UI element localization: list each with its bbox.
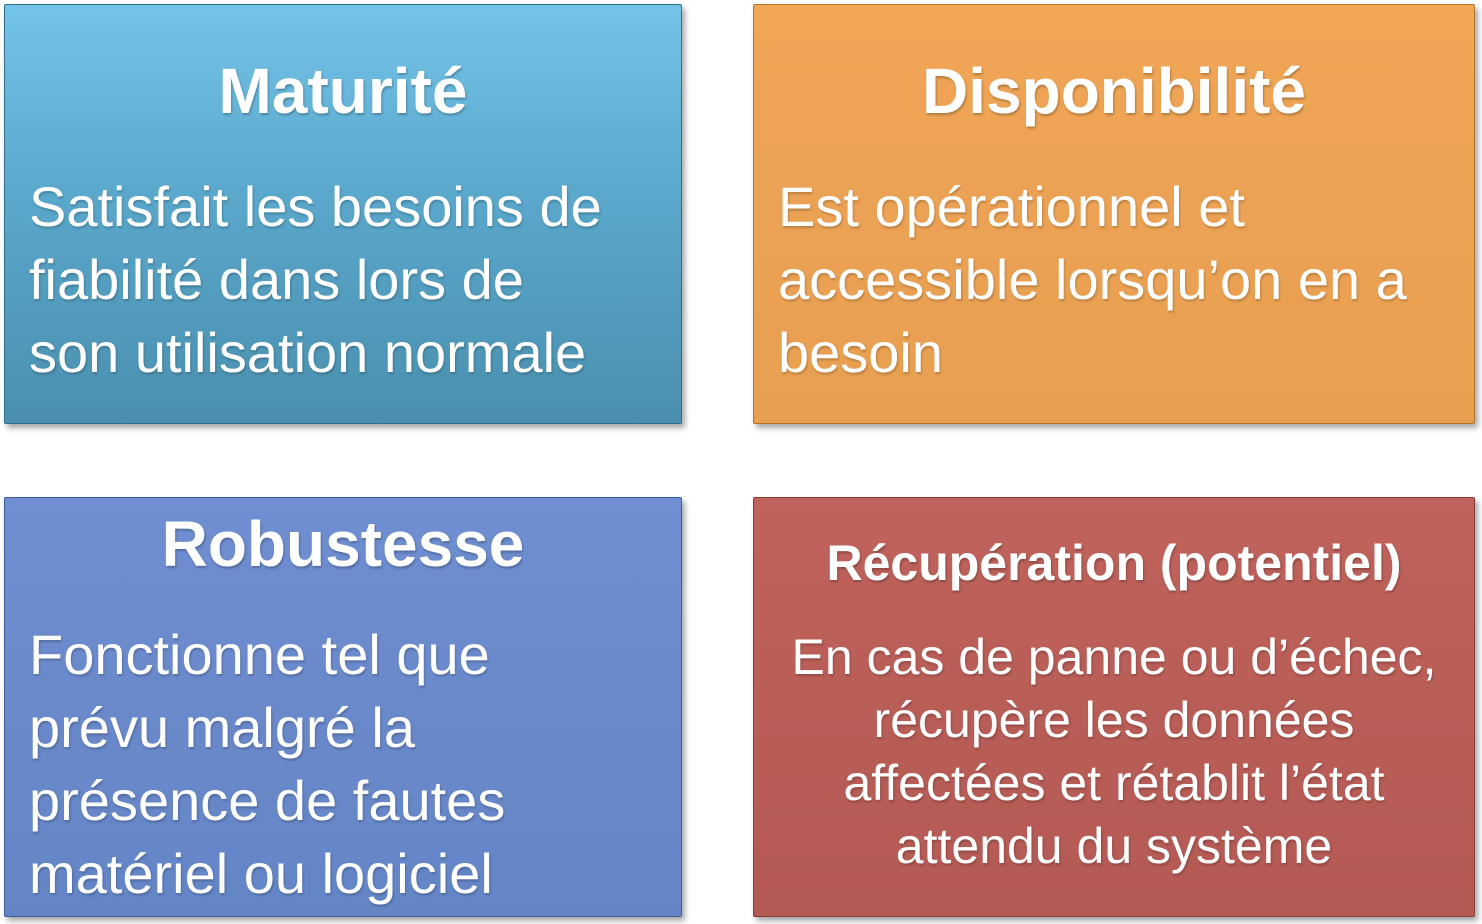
card-body-line: En cas de panne ou d’échec, (791, 629, 1437, 685)
card-body-line: fiabilité dans lors de (29, 248, 524, 311)
card-body-maturite: Satisfait les besoins de fiabilité dans … (29, 170, 671, 389)
card-body-disponibilite: Est opérationnel et accessible lorsqu’on… (778, 170, 1464, 389)
card-body-line: Fonctionne tel que (29, 623, 490, 686)
card-recuperation: Récupération (potentiel) En cas de panne… (753, 497, 1475, 917)
card-title-disponibilite: Disponibilité (922, 55, 1306, 127)
card-body-recuperation: En cas de panne ou d’échec, récupère les… (764, 626, 1464, 878)
card-disponibilite: Disponibilité Est opérationnel et access… (753, 4, 1475, 424)
card-body-line: Satisfait les besoins de (29, 175, 602, 238)
card-body-line: besoin (778, 321, 944, 384)
card-body-robustesse: Fonctionne tel que prévu malgré la prése… (29, 618, 671, 910)
card-title-robustesse: Robustesse (161, 508, 525, 580)
card-body-line: présence de fautes (29, 769, 506, 832)
card-robustesse: Robustesse Fonctionne tel que prévu malg… (4, 497, 682, 917)
card-title-maturite: Maturité (218, 55, 468, 127)
card-body-line: son utilisation normale (29, 321, 587, 384)
card-title-recuperation: Récupération (potentiel) (826, 535, 1402, 591)
card-maturite: Maturité Satisfait les besoins de fiabil… (4, 4, 682, 424)
card-body-line: Est opérationnel et (778, 175, 1245, 238)
card-body-line: matériel ou logiciel (29, 842, 493, 905)
card-body-line: accessible lorsqu’on en a (778, 248, 1407, 311)
card-body-line: attendu du système (895, 818, 1333, 874)
card-body-line: récupère les données (873, 692, 1355, 748)
card-body-line: affectées et rétablit l’état (843, 755, 1385, 811)
card-body-line: prévu malgré la (29, 696, 415, 759)
